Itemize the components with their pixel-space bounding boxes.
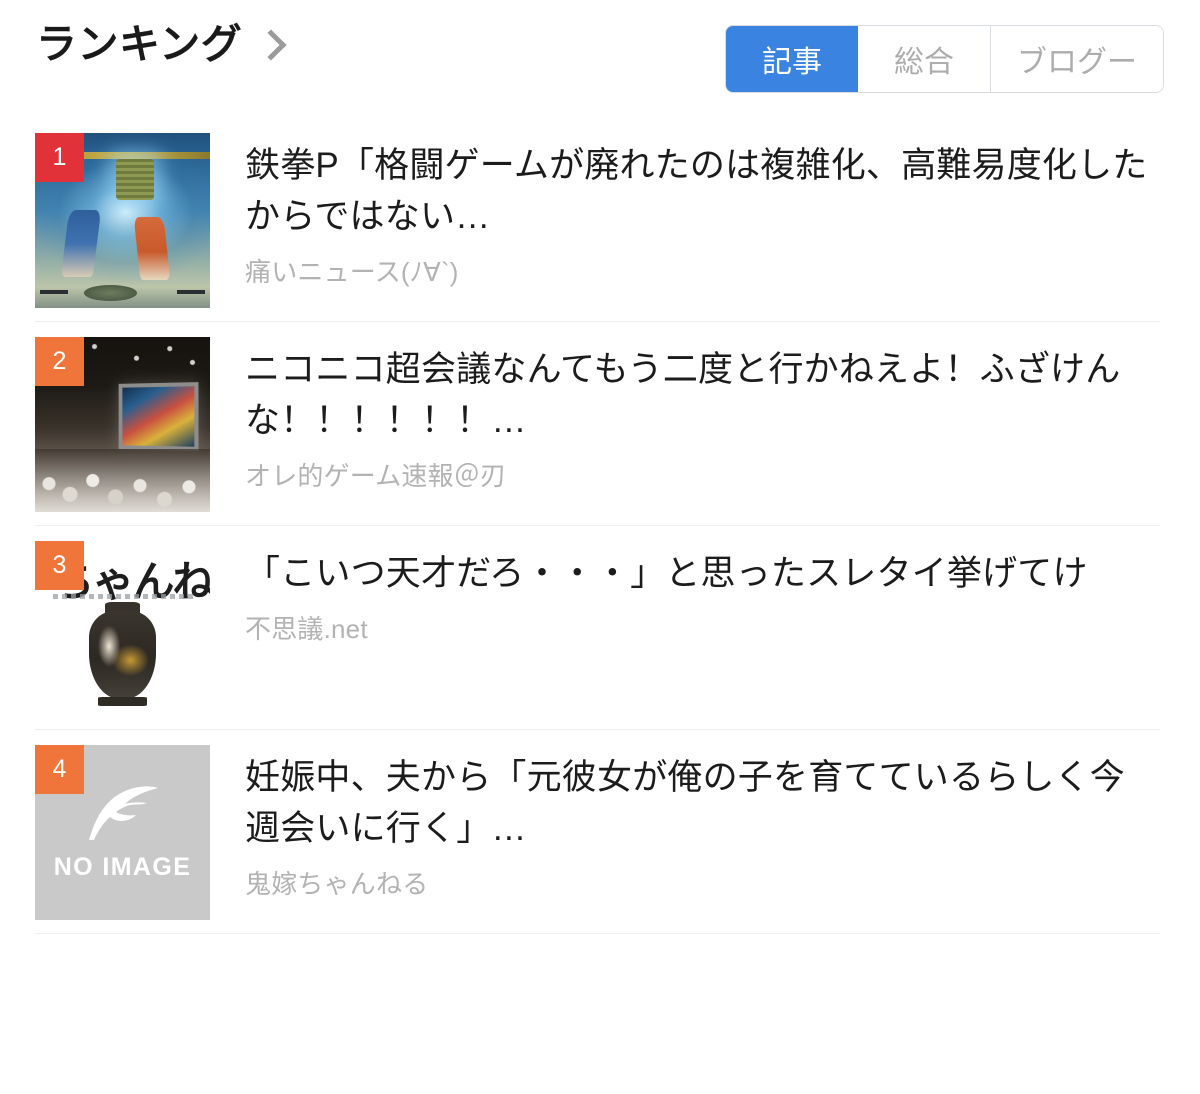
ranking-header-link[interactable]: ランキング — [36, 24, 280, 65]
fighter-right-figure — [133, 217, 170, 280]
article-source[interactable]: オレ的ゲーム速報＠刃 — [245, 456, 1160, 493]
no-image-label: NO IMAGE — [53, 853, 192, 881]
rank-badge: 3 — [35, 541, 84, 590]
rank-badge: 4 — [35, 745, 84, 794]
list-item-text: 「こいつ天才だろ・・・」と思ったスレタイ挙げてけ 不思議.net — [245, 541, 1160, 646]
rank-badge: 1 — [35, 133, 84, 182]
vase-body — [89, 611, 156, 699]
page-title: ランキング — [36, 21, 243, 67]
stage-floor — [84, 285, 137, 301]
health-bar-right — [176, 290, 205, 294]
thumbnail[interactable]: NO IMAGE 4 — [35, 745, 210, 920]
rank-badge: 2 — [35, 337, 84, 386]
feather-icon — [88, 786, 158, 840]
list-item-text: 鉄拳P「格闘ゲームが廃れたのは複雑化、高難易度化したからではない… 痛いニュース… — [245, 133, 1160, 289]
page-header: ランキング 記事 総合 ブログー — [0, 0, 1200, 118]
article-title[interactable]: 鉄拳P「格闘ゲームが廃れたのは複雑化、高難易度化したからではない… — [245, 141, 1160, 243]
ranking-list: 1 鉄拳P「格闘ゲームが廃れたのは複雑化、高難易度化したからではない… 痛いニュ… — [0, 118, 1200, 934]
thumbnail[interactable]: 1 — [35, 133, 210, 308]
fighter-left-figure — [60, 210, 101, 277]
chevron-right-icon[interactable] — [258, 28, 280, 62]
list-item-text: ニコニコ超会議なんてもう二度と行かねえよ！ふざけんな！！！！！！… オレ的ゲーム… — [245, 337, 1160, 493]
list-item[interactable]: 2 ニコニコ超会議なんてもう二度と行かねえよ！ふざけんな！！！！！！… オレ的ゲ… — [0, 322, 1200, 525]
tab-blogger[interactable]: ブログー — [990, 26, 1163, 92]
crowd-audience — [35, 449, 210, 512]
thumbnail[interactable]: 2 — [35, 337, 210, 512]
ranking-tab-group[interactable]: 記事 総合 ブログー — [725, 25, 1164, 93]
article-title[interactable]: ニコニコ超会議なんてもう二度と行かねえよ！ふざけんな！！！！！！… — [245, 345, 1160, 447]
vase-foot — [98, 696, 147, 706]
article-source[interactable]: 不思議.net — [245, 609, 1160, 646]
article-title[interactable]: 妊娠中、夫から「元彼女が俺の子を育てているらしく今週会いに行く」… — [245, 753, 1160, 855]
thumbnail[interactable]: ちゃんね 3 — [35, 541, 210, 716]
article-source[interactable]: 鬼嫁ちゃんねる — [245, 864, 1160, 901]
article-title[interactable]: 「こいつ天才だろ・・・」と思ったスレタイ挙げてけ — [245, 549, 1160, 600]
list-item[interactable]: NO IMAGE 4 妊娠中、夫から「元彼女が俺の子を育てているらしく今週会いに… — [0, 730, 1200, 933]
list-item-text: 妊娠中、夫から「元彼女が俺の子を育てているらしく今週会いに行く」… 鬼嫁ちゃんね… — [245, 745, 1160, 901]
health-bar-left — [40, 290, 69, 294]
list-item[interactable]: ちゃんね 3 「こいつ天才だろ・・・」と思ったスレタイ挙げてけ 不思議.net — [0, 526, 1200, 729]
large-display-screen — [118, 381, 199, 450]
list-item[interactable]: 1 鉄拳P「格闘ゲームが廃れたのは複雑化、高難易度化したからではない… 痛いニュ… — [0, 118, 1200, 321]
article-source[interactable]: 痛いニュース(ﾉ∀`) — [245, 252, 1160, 289]
ranking-page: ランキング 記事 総合 ブログー 1 鉄拳P「格闘ゲームが廃れたのは複雑化、高難… — [0, 0, 1200, 1094]
tab-kiji[interactable]: 記事 — [726, 26, 858, 92]
thumbnail-logo-underline — [52, 593, 193, 599]
tab-sogo[interactable]: 総合 — [858, 26, 990, 92]
list-divider — [35, 933, 1160, 934]
